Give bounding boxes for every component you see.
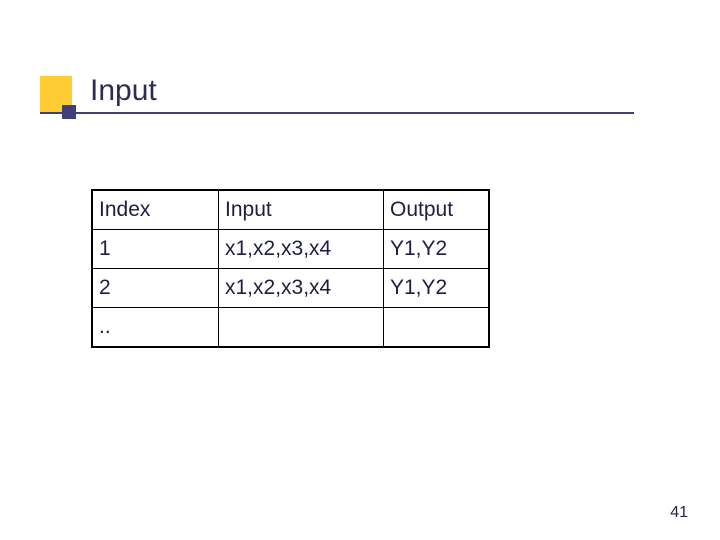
page-number: 41 (670, 504, 688, 522)
header-bullet (62, 105, 76, 119)
table-row: 1 x1,x2,x3,x4 Y1,Y2 (92, 230, 489, 269)
table-row: .. (92, 308, 489, 348)
cell-output: Y1,Y2 (384, 230, 490, 269)
col-header-output: Output (384, 190, 490, 230)
col-header-input: Input (219, 190, 384, 230)
table-header-row: Index Input Output (92, 190, 489, 230)
table-row: 2 x1,x2,x3,x4 Y1,Y2 (92, 269, 489, 308)
cell-input (219, 308, 384, 348)
slide-title: Input (90, 74, 157, 108)
col-header-index: Index (92, 190, 219, 230)
data-table: Index Input Output 1 x1,x2,x3,x4 Y1,Y2 2… (91, 189, 490, 348)
cell-index: 1 (92, 230, 219, 269)
data-table-wrap: Index Input Output 1 x1,x2,x3,x4 Y1,Y2 2… (91, 189, 490, 348)
cell-index: 2 (92, 269, 219, 308)
cell-input: x1,x2,x3,x4 (219, 269, 384, 308)
cell-output (384, 308, 490, 348)
header-rule (40, 112, 634, 114)
cell-input: x1,x2,x3,x4 (219, 230, 384, 269)
cell-index: .. (92, 308, 219, 348)
cell-output: Y1,Y2 (384, 269, 490, 308)
